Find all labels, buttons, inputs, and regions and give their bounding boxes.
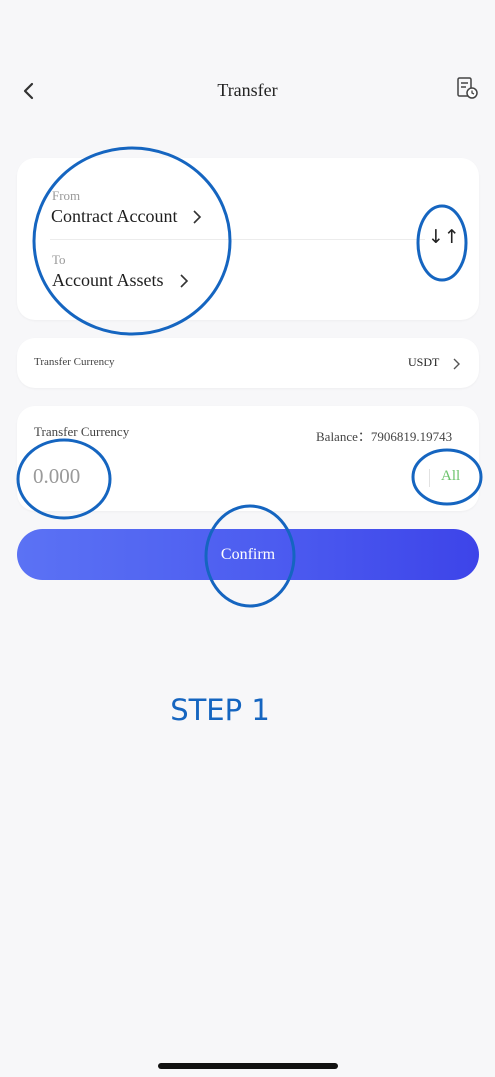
confirm-button[interactable]: Confirm bbox=[17, 529, 479, 580]
to-label: To bbox=[52, 252, 66, 267]
page-title: Transfer bbox=[217, 80, 278, 100]
currency-label: Transfer Currency bbox=[34, 356, 115, 368]
divider bbox=[429, 469, 430, 487]
currency-value: USDT bbox=[408, 355, 440, 369]
amount-input[interactable]: 0.000 bbox=[33, 464, 80, 489]
to-account-value: Account Assets bbox=[52, 270, 164, 290]
chevron-right-icon bbox=[453, 358, 460, 370]
balance-text: Balance：7906819.19743 bbox=[316, 429, 453, 444]
from-account-value: Contract Account bbox=[51, 206, 178, 226]
chevron-right-icon bbox=[179, 273, 188, 288]
all-button[interactable]: All bbox=[441, 468, 460, 485]
to-account-selector[interactable]: Account Assets bbox=[52, 270, 190, 291]
step-label: STEP 1 bbox=[170, 693, 270, 727]
from-label: From bbox=[52, 188, 81, 203]
chevron-right-icon bbox=[193, 209, 202, 224]
from-account-selector[interactable]: Contract Account bbox=[51, 206, 203, 227]
amount-card bbox=[17, 406, 479, 511]
amount-label: Transfer Currency bbox=[34, 424, 130, 439]
swap-arrows-icon[interactable]: ↓↑ bbox=[428, 226, 460, 248]
home-indicator bbox=[158, 1063, 338, 1069]
record-document-icon[interactable] bbox=[455, 76, 479, 100]
divider bbox=[50, 239, 425, 240]
